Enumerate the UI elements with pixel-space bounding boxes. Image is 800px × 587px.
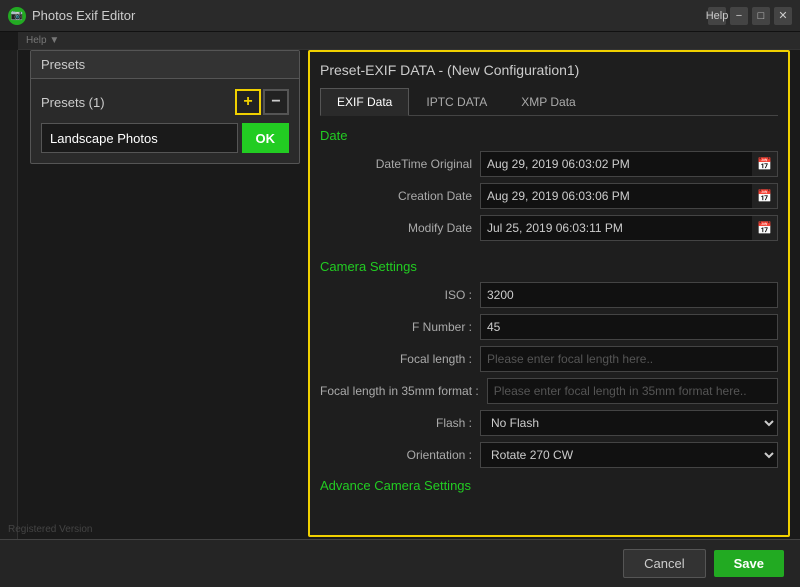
exif-panel-title: Preset-EXIF DATA - (New Configuration1) bbox=[320, 62, 778, 78]
title-bar: 📷 Photos Exif Editor Help − □ ✕ bbox=[0, 0, 800, 32]
focal-length-35mm-row: Focal length in 35mm format : bbox=[320, 378, 778, 404]
datetime-original-calendar-icon[interactable]: 📅 bbox=[752, 151, 778, 177]
help-bar: Help ▼ bbox=[18, 32, 800, 50]
modify-date-input[interactable] bbox=[480, 215, 752, 241]
tab-xmp-data[interactable]: XMP Data bbox=[504, 88, 592, 115]
title-bar-left: 📷 Photos Exif Editor bbox=[8, 7, 135, 25]
modify-date-label: Modify Date bbox=[320, 221, 480, 235]
minimize-button[interactable]: − bbox=[730, 7, 748, 25]
modify-date-calendar-icon[interactable]: 📅 bbox=[752, 215, 778, 241]
datetime-original-row: DateTime Original 📅 bbox=[320, 151, 778, 177]
focal-length-label: Focal length : bbox=[320, 352, 480, 366]
presets-panel: Presets Presets (1) + − OK bbox=[30, 50, 300, 164]
tab-exif-data[interactable]: EXIF Data bbox=[320, 88, 409, 116]
orientation-select[interactable]: Rotate 270 CW Normal Rotate 90 CW Rotate… bbox=[480, 442, 778, 468]
preset-name-input[interactable] bbox=[41, 123, 238, 153]
iso-label: ISO : bbox=[320, 288, 480, 302]
datetime-original-label: DateTime Original bbox=[320, 157, 480, 171]
presets-panel-header: Presets bbox=[31, 51, 299, 79]
datetime-original-input[interactable] bbox=[480, 151, 752, 177]
exif-tabs: EXIF Data IPTC DATA XMP Data bbox=[320, 88, 778, 116]
presets-count-label: Presets (1) bbox=[41, 95, 105, 110]
flash-row: Flash : No Flash Flash Auto Flash bbox=[320, 410, 778, 436]
help-menu-item[interactable]: Help ▼ bbox=[26, 35, 59, 46]
creation-date-row: Creation Date 📅 bbox=[320, 183, 778, 209]
camera-section-title: Camera Settings bbox=[320, 259, 778, 274]
title-bar-controls: Help − □ ✕ bbox=[708, 7, 792, 25]
creation-date-calendar-icon[interactable]: 📅 bbox=[752, 183, 778, 209]
focal-length-35mm-label: Focal length in 35mm format : bbox=[320, 384, 487, 398]
creation-date-field: 📅 bbox=[480, 183, 778, 209]
presets-action-buttons: + − bbox=[235, 89, 289, 115]
date-section-title: Date bbox=[320, 128, 778, 143]
datetime-original-field: 📅 bbox=[480, 151, 778, 177]
app-sidebar bbox=[0, 50, 18, 539]
f-number-label: F Number : bbox=[320, 320, 480, 334]
preset-remove-button[interactable]: − bbox=[263, 89, 289, 115]
presets-top-bar: Presets (1) + − bbox=[41, 89, 289, 115]
exif-panel: Preset-EXIF DATA - (New Configuration1) … bbox=[308, 50, 790, 537]
creation-date-label: Creation Date bbox=[320, 189, 480, 203]
iso-input[interactable] bbox=[480, 282, 778, 308]
creation-date-input[interactable] bbox=[480, 183, 752, 209]
preset-add-button[interactable]: + bbox=[235, 89, 261, 115]
app-icon: 📷 bbox=[8, 7, 26, 25]
focal-length-row: Focal length : bbox=[320, 346, 778, 372]
presets-panel-content: Presets (1) + − OK bbox=[31, 79, 299, 163]
orientation-row: Orientation : Rotate 270 CW Normal Rotat… bbox=[320, 442, 778, 468]
f-number-row: F Number : bbox=[320, 314, 778, 340]
maximize-button[interactable]: □ bbox=[752, 7, 770, 25]
f-number-input[interactable] bbox=[480, 314, 778, 340]
flash-label: Flash : bbox=[320, 416, 480, 430]
modify-date-field: 📅 bbox=[480, 215, 778, 241]
preset-ok-button[interactable]: OK bbox=[242, 123, 290, 153]
flash-select[interactable]: No Flash Flash Auto Flash bbox=[480, 410, 778, 436]
iso-row: ISO : bbox=[320, 282, 778, 308]
save-button[interactable]: Save bbox=[714, 550, 784, 577]
orientation-label: Orientation : bbox=[320, 448, 480, 462]
modify-date-row: Modify Date 📅 bbox=[320, 215, 778, 241]
tab-iptc-data[interactable]: IPTC DATA bbox=[409, 88, 504, 115]
cancel-button[interactable]: Cancel bbox=[623, 549, 705, 578]
focal-length-35mm-input[interactable] bbox=[487, 378, 778, 404]
bottom-bar: Cancel Save bbox=[0, 539, 800, 587]
focal-length-input[interactable] bbox=[480, 346, 778, 372]
presets-header-text: Presets bbox=[41, 57, 85, 72]
preset-name-row: OK bbox=[41, 123, 289, 153]
advance-section-label: Advance Camera Settings bbox=[320, 478, 778, 493]
watermark-text: Registered Version bbox=[8, 524, 93, 535]
app-title: Photos Exif Editor bbox=[32, 8, 135, 23]
close-button[interactable]: ✕ bbox=[774, 7, 792, 25]
help-button[interactable]: Help bbox=[708, 7, 726, 25]
